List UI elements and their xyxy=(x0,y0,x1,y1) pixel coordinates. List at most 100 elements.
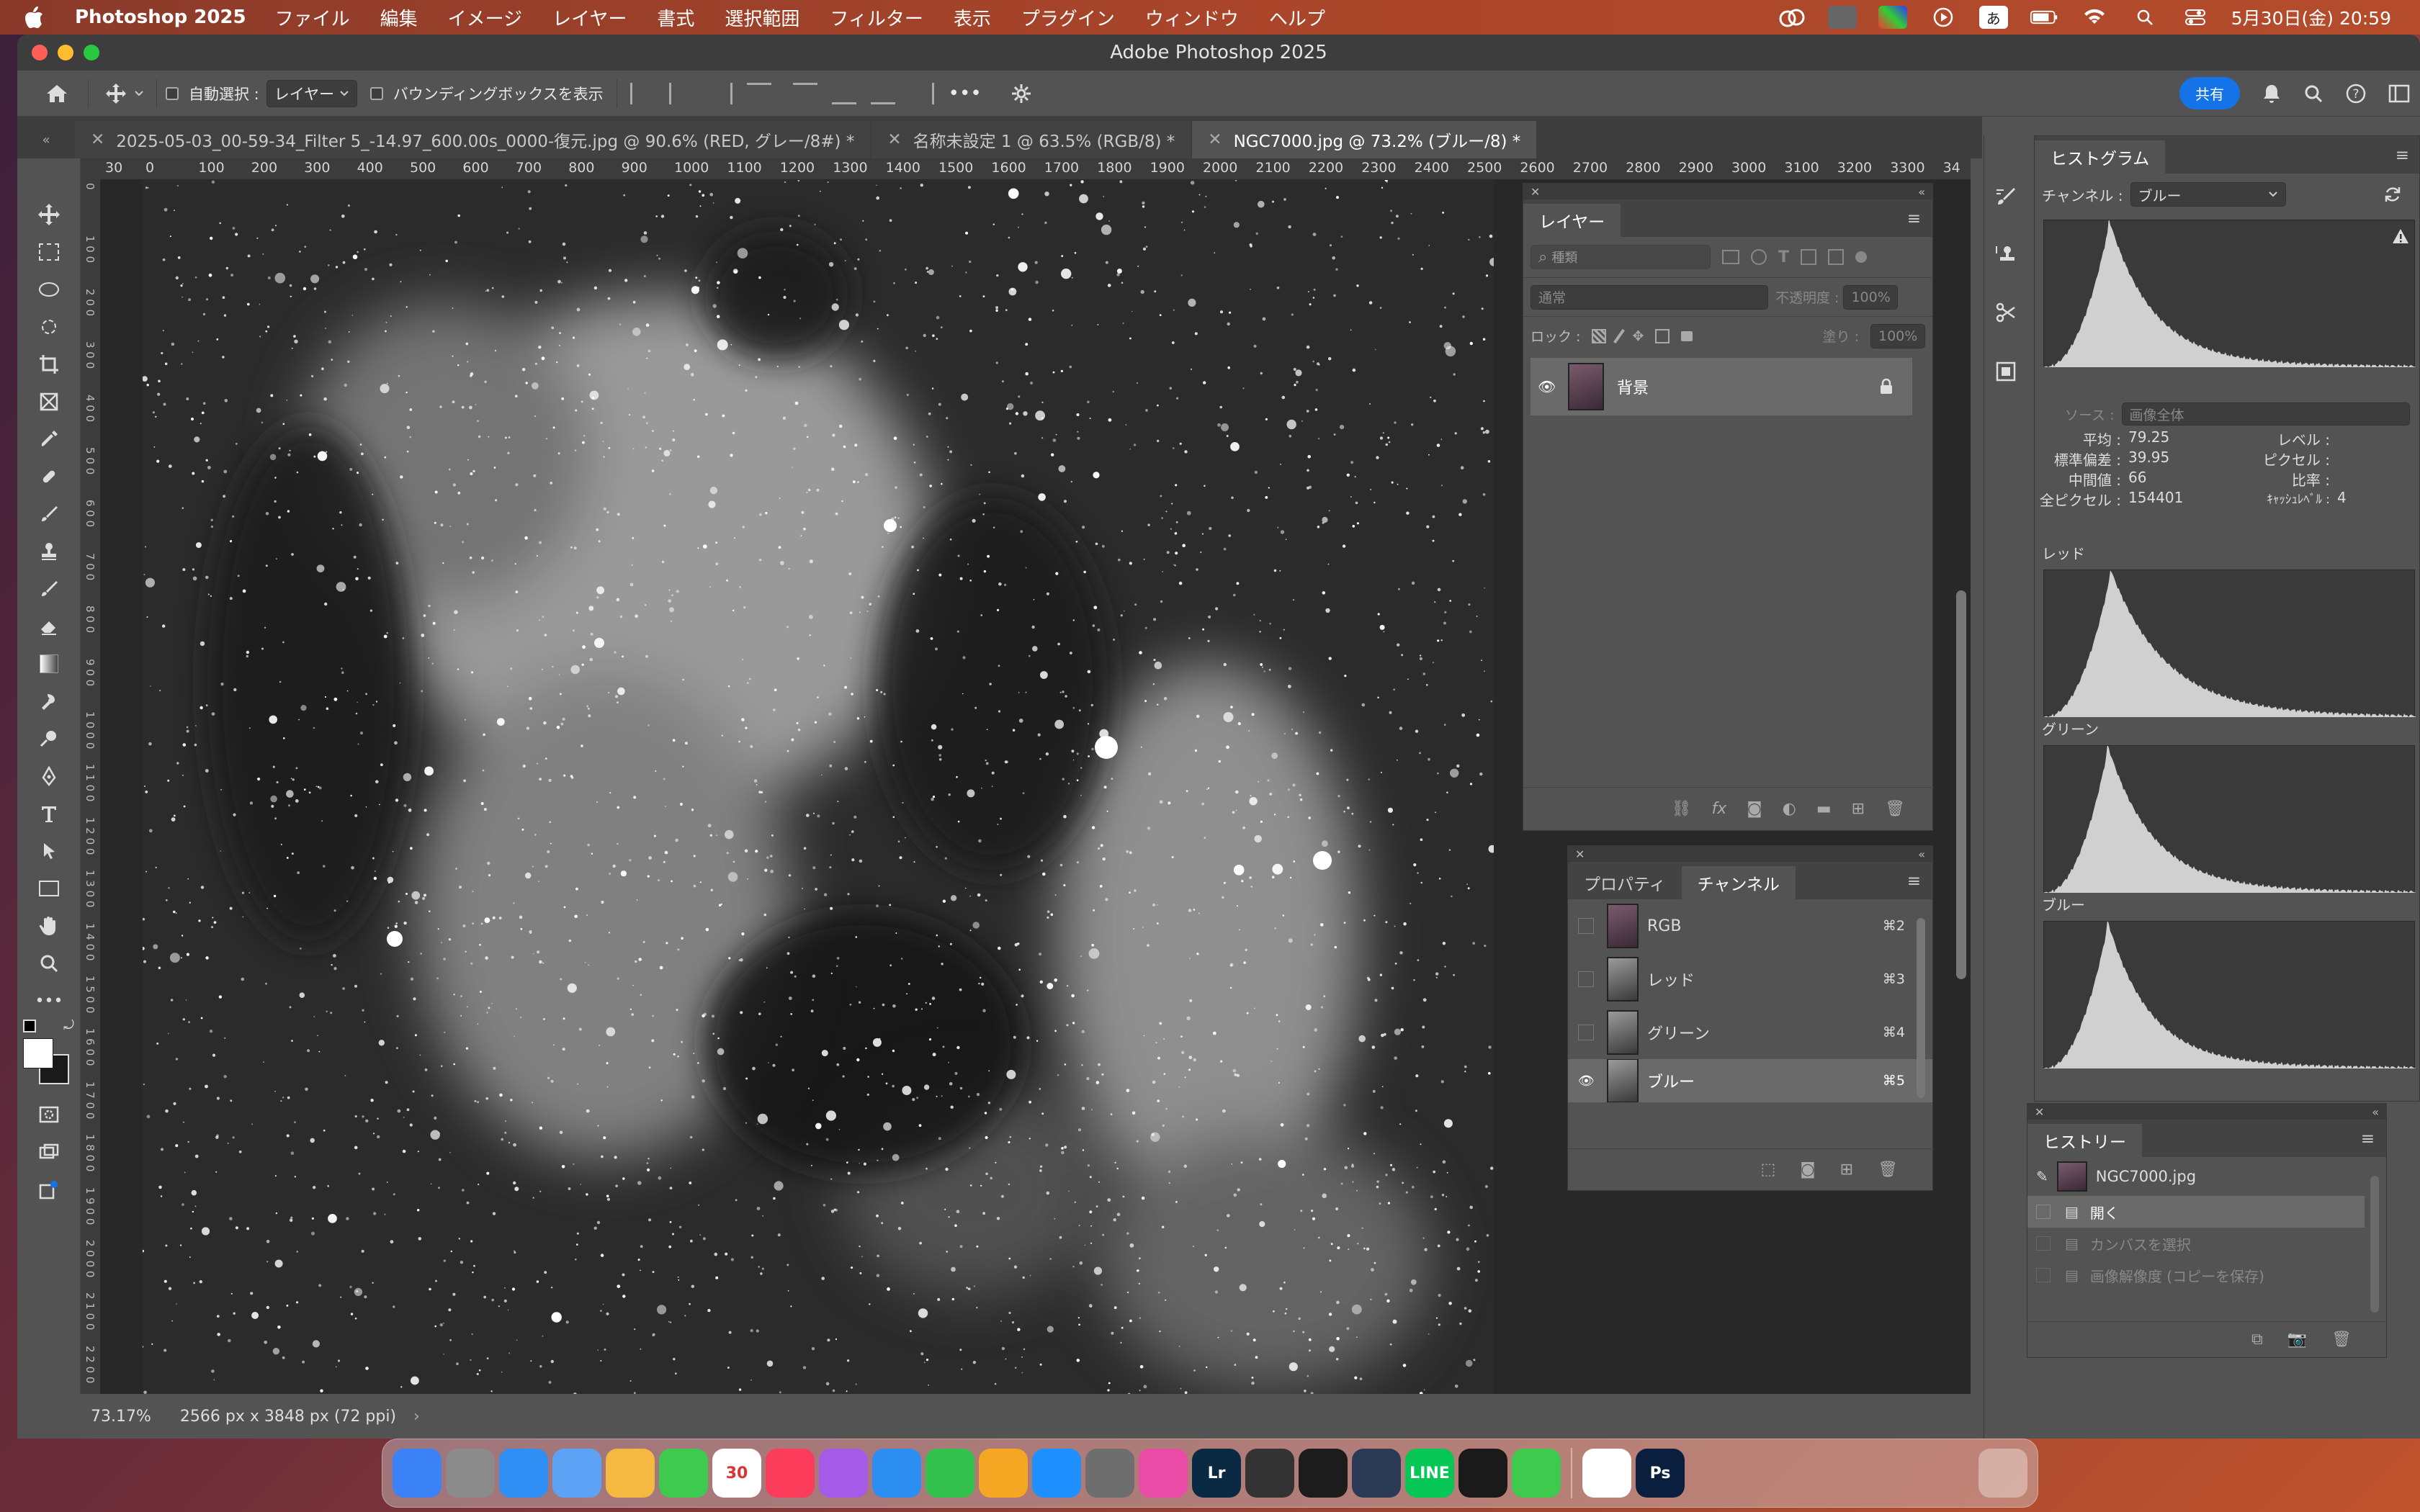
share-button[interactable]: 共有 xyxy=(2179,77,2240,109)
trash-icon[interactable]: 🗑 xyxy=(2331,1331,2352,1349)
visibility-toggle[interactable] xyxy=(1578,971,1594,987)
ime-indicator[interactable]: あ xyxy=(1978,6,2008,29)
chevron-down-icon[interactable] xyxy=(130,90,148,97)
move-tool-preset-icon[interactable] xyxy=(102,79,130,108)
fx-icon[interactable]: fx xyxy=(1712,800,1727,818)
tab-history[interactable]: ヒストリー xyxy=(2027,1124,2142,1157)
screen-mode-icon[interactable] xyxy=(33,1136,65,1168)
zoom-level[interactable]: 73.17% xyxy=(91,1408,151,1426)
tab-properties[interactable]: プロパティ xyxy=(1568,866,1682,899)
path-select-icon[interactable] xyxy=(33,835,65,867)
more-options-button[interactable]: ••• xyxy=(949,83,982,104)
menu-filter[interactable]: フィルター xyxy=(830,4,923,31)
dodge-tool-icon[interactable] xyxy=(33,723,65,755)
frame-tool-icon[interactable] xyxy=(33,386,65,418)
dock-app-icon[interactable] xyxy=(1458,1449,1507,1498)
dock-app-icon[interactable] xyxy=(659,1449,708,1498)
align-left-icon[interactable] xyxy=(629,82,655,104)
lock-paint-icon[interactable] xyxy=(1613,328,1626,343)
source-dropdown[interactable]: 画像全体 xyxy=(2121,402,2410,426)
edit-toolbar-icon[interactable] xyxy=(33,1174,65,1205)
vertical-scrollbar[interactable] xyxy=(1956,590,1966,979)
menu-edit[interactable]: 編集 xyxy=(380,4,418,31)
tab-layers[interactable]: レイヤー xyxy=(1523,204,1621,237)
new-document-from-state-icon[interactable]: ⧉ xyxy=(2251,1331,2263,1349)
help-icon[interactable]: ? xyxy=(2345,83,2367,104)
bell-icon[interactable] xyxy=(2262,83,2282,104)
creative-cloud-icon[interactable] xyxy=(1778,6,1806,29)
lock-icon[interactable] xyxy=(1879,378,1894,395)
menubar-app-name[interactable]: Photoshop 2025 xyxy=(75,6,246,28)
more-tools-icon[interactable]: ••• xyxy=(33,985,65,1017)
layer-name[interactable]: 背景 xyxy=(1617,375,1649,398)
battery-icon[interactable] xyxy=(2030,6,2058,29)
home-icon[interactable] xyxy=(39,76,75,112)
trash-icon[interactable]: 🗑 xyxy=(1885,800,1905,818)
add-mask-icon[interactable]: ◙ xyxy=(1747,800,1762,818)
quick-select-icon[interactable] xyxy=(33,311,65,343)
align-right-icon[interactable] xyxy=(708,82,732,104)
menu-select[interactable]: 選択範囲 xyxy=(725,4,799,31)
close-window-button[interactable] xyxy=(32,45,48,60)
warning-icon[interactable] xyxy=(2391,228,2410,245)
type-tool-icon[interactable] xyxy=(33,798,65,829)
lock-artboard-icon[interactable] xyxy=(1655,328,1670,343)
visibility-toggle[interactable] xyxy=(1578,918,1594,934)
dock-app-icon[interactable] xyxy=(1352,1449,1401,1498)
filter-pixel-icon[interactable] xyxy=(1722,250,1739,264)
dock-app-icon[interactable]: Ps xyxy=(1636,1449,1685,1498)
dock-app-icon[interactable] xyxy=(1139,1449,1188,1498)
swap-colors-icon[interactable]: ⤾ xyxy=(23,1020,76,1037)
quick-mask-icon[interactable] xyxy=(33,1099,65,1130)
dock-app-icon[interactable] xyxy=(606,1449,655,1498)
foreground-color-swatch[interactable] xyxy=(23,1038,53,1068)
adjustment-layer-icon[interactable]: ◐ xyxy=(1783,800,1796,818)
control-center-icon[interactable] xyxy=(2181,6,2210,29)
load-selection-icon[interactable]: ⬚ xyxy=(1760,1161,1775,1179)
close-icon[interactable]: ✕ xyxy=(1531,185,1540,199)
trash-icon[interactable] xyxy=(1978,1449,2027,1498)
blend-mode-dropdown[interactable]: 通常 xyxy=(1531,284,1768,310)
dock-app-icon[interactable] xyxy=(766,1449,815,1498)
channel-dropdown[interactable]: ブルー xyxy=(2130,182,2286,207)
clone-stamp-icon[interactable] xyxy=(33,536,65,567)
eyedropper-icon[interactable] xyxy=(33,423,65,455)
dock-app-icon[interactable] xyxy=(1582,1449,1631,1498)
dock-app-icon[interactable] xyxy=(872,1449,921,1498)
save-selection-icon[interactable]: ◙ xyxy=(1800,1161,1815,1179)
menu-view[interactable]: 表示 xyxy=(954,4,991,31)
tab-document-1[interactable]: ✕ 2025-05-03_00-59-34_Filter 5_-14.97_60… xyxy=(75,121,871,158)
auto-select-checkbox[interactable] xyxy=(166,86,179,100)
document-image[interactable] xyxy=(143,180,1494,1439)
align-bottom-icon[interactable] xyxy=(870,83,895,104)
dock-app-icon[interactable] xyxy=(1085,1449,1134,1498)
filter-smart-object-icon[interactable] xyxy=(1828,249,1845,265)
menu-help[interactable]: ヘルプ xyxy=(1269,4,1325,31)
dock-app-icon[interactable] xyxy=(926,1449,974,1498)
eye-visibility-icon[interactable]: 👁 xyxy=(1538,378,1559,395)
brush-tool-icon[interactable] xyxy=(33,498,65,530)
channel-row-red[interactable]: レッド ⌘3 xyxy=(1568,953,1932,1006)
gradient-tool-icon[interactable] xyxy=(33,648,65,680)
app-status-icon[interactable] xyxy=(1827,6,1857,29)
menu-image[interactable]: イメージ xyxy=(448,4,522,31)
collapse-icon[interactable]: « xyxy=(1918,847,1925,861)
filter-shape-icon[interactable] xyxy=(1801,249,1817,265)
history-state-select-canvas[interactable]: ▤ カンバスを選択 xyxy=(2027,1228,2365,1259)
dock-app-icon[interactable] xyxy=(1512,1449,1561,1498)
dock-app-icon[interactable] xyxy=(446,1449,495,1498)
move-tool-icon[interactable] xyxy=(33,199,65,230)
menu-layer[interactable]: レイヤー xyxy=(552,4,627,31)
crop-tool-icon[interactable] xyxy=(33,348,65,380)
history-state-image-size[interactable]: ▤ 画像解像度 (コピーを保存) xyxy=(2027,1259,2365,1291)
search-icon[interactable] xyxy=(2303,84,2323,104)
brush-settings-icon[interactable] xyxy=(1994,186,2017,209)
dock-app-icon[interactable] xyxy=(1245,1449,1294,1498)
collapse-icon[interactable]: « xyxy=(2372,1105,2379,1119)
menubar-clock[interactable]: 5月30日(金) 20:59 xyxy=(2231,4,2391,30)
rectangle-tool-icon[interactable] xyxy=(33,873,65,904)
dock-app-icon[interactable]: LINE xyxy=(1405,1449,1454,1498)
marquee-tool-icon[interactable] xyxy=(33,236,65,268)
dock-app-icon[interactable] xyxy=(819,1449,868,1498)
dock-app-icon[interactable] xyxy=(393,1449,442,1498)
